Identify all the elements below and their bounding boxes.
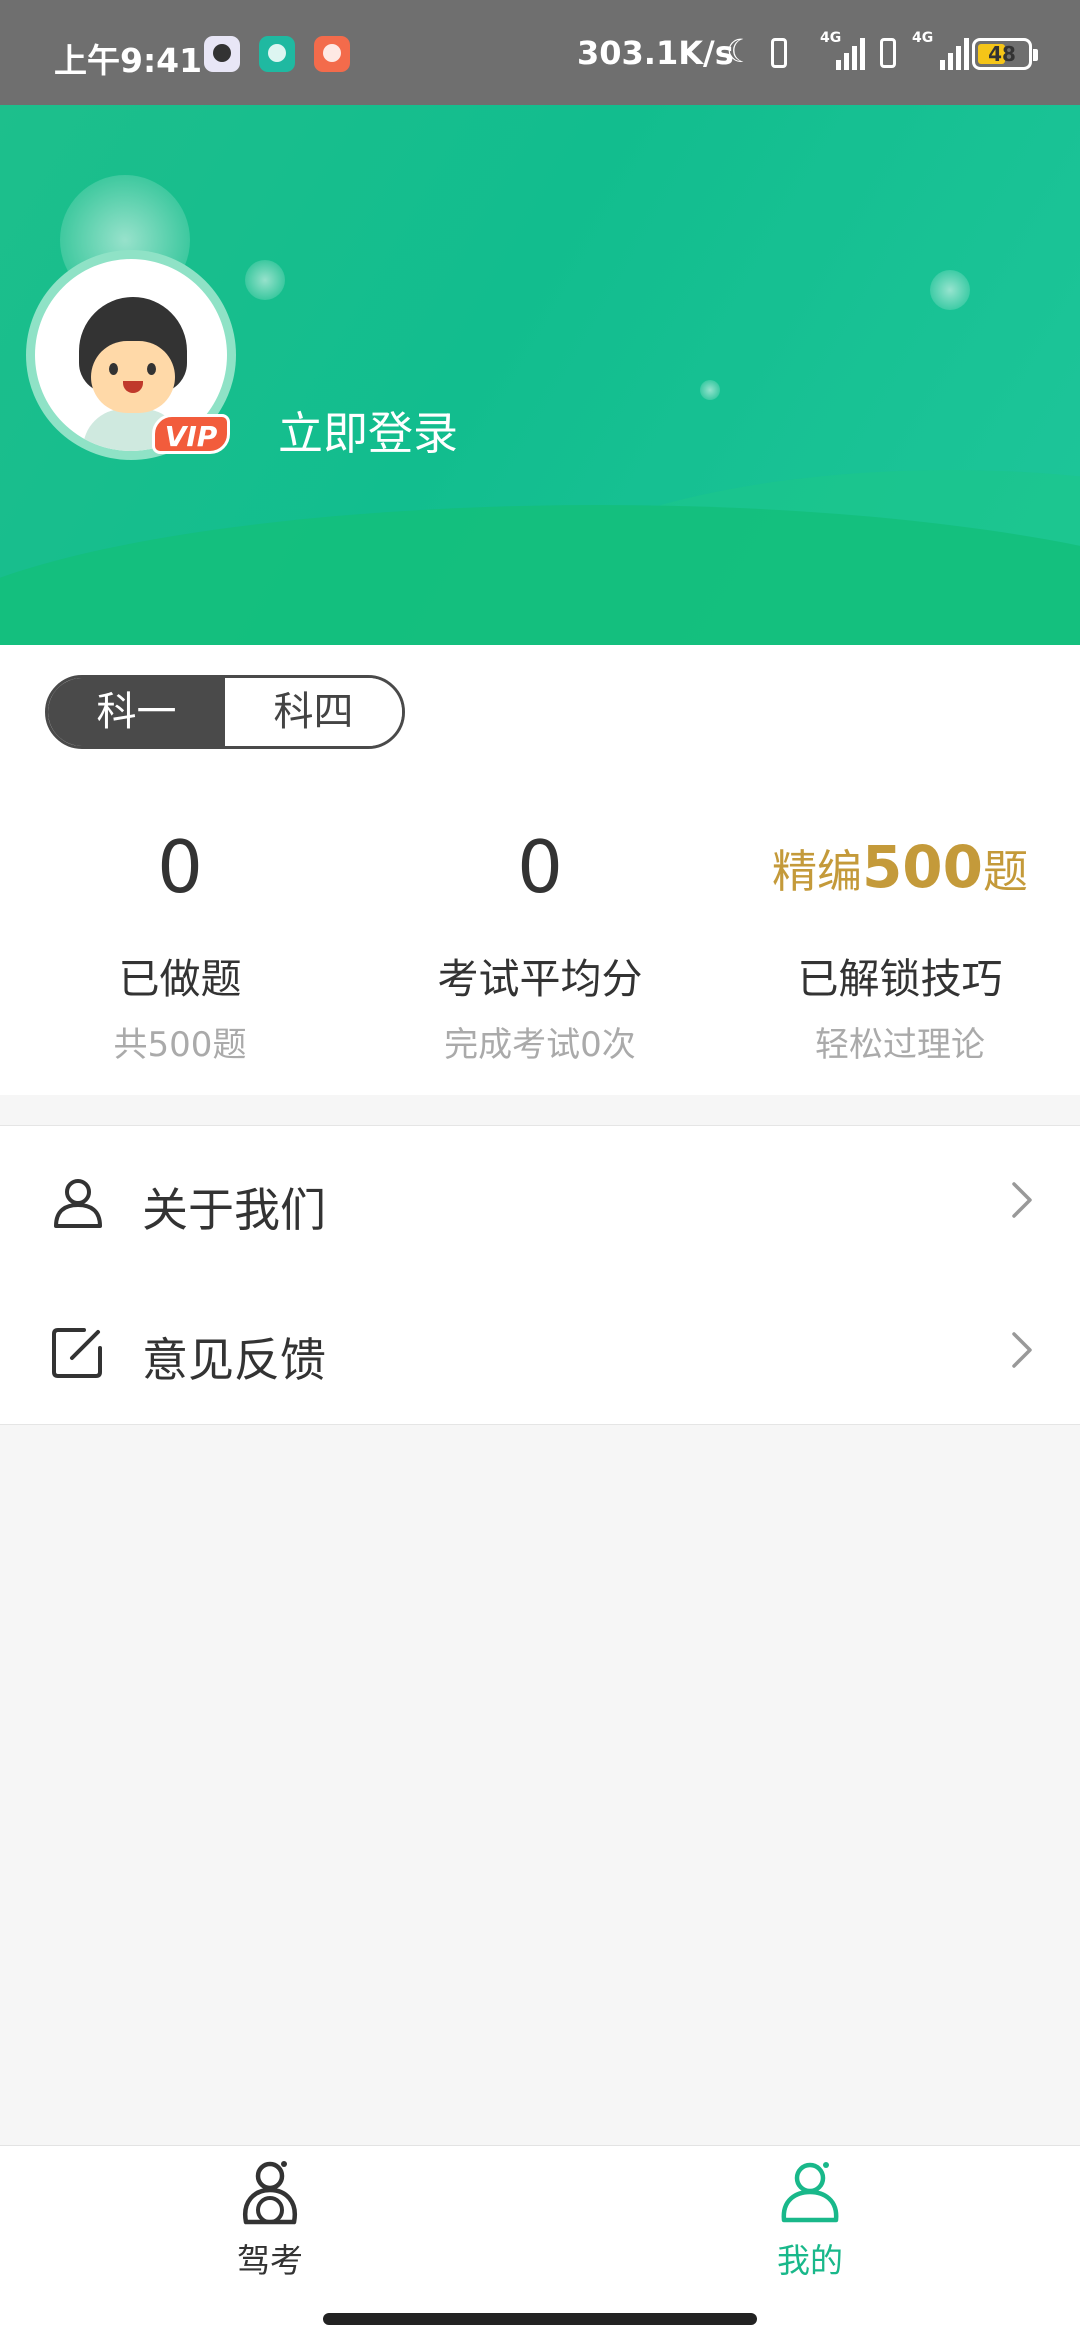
menu-item-about[interactable]: 关于我们 bbox=[0, 1126, 1080, 1276]
sim-icon bbox=[880, 38, 896, 68]
average-sub: 完成考试0次 bbox=[444, 1025, 636, 1065]
nav-tab-mine[interactable]: 我的 bbox=[710, 2156, 910, 2282]
sim-icon bbox=[771, 38, 787, 68]
bottom-nav: 驾考 我的 bbox=[0, 2145, 1080, 2340]
nav-label-mine: 我的 bbox=[777, 2241, 843, 2280]
battery-level: 48 bbox=[988, 42, 1016, 66]
menu-label-about: 关于我们 bbox=[142, 1183, 326, 1237]
tips-label: 已解锁技巧 bbox=[797, 955, 1003, 1003]
home-indicator[interactable] bbox=[323, 2313, 757, 2325]
stats-panel: 科一 科四 0 已做题 共500题 0 考试平均分 完成考试0次 精编500题 … bbox=[0, 645, 1080, 1095]
qq-icon bbox=[204, 36, 240, 72]
tips-sub: 轻松过理论 bbox=[815, 1025, 985, 1065]
stat-average[interactable]: 0 考试平均分 完成考试0次 bbox=[360, 820, 720, 1066]
menu-label-feedback: 意见反馈 bbox=[142, 1333, 326, 1387]
moon-icon: ☾ bbox=[726, 32, 755, 70]
done-sub: 共500题 bbox=[113, 1025, 247, 1065]
done-label: 已做题 bbox=[118, 955, 242, 1003]
tab-subject-1[interactable]: 科一 bbox=[48, 678, 225, 746]
status-time: 上午9:41 bbox=[54, 41, 203, 80]
tips-prefix: 精编 bbox=[771, 845, 862, 898]
nav-tab-driving[interactable]: 驾考 bbox=[170, 2156, 370, 2282]
tab-subject-4[interactable]: 科四 bbox=[225, 678, 402, 746]
nav-label-driving: 驾考 bbox=[237, 2241, 303, 2280]
tips-highlight: 精编500题 bbox=[720, 820, 1080, 915]
signal-icon bbox=[940, 36, 969, 70]
subject-switch: 科一 科四 bbox=[45, 675, 405, 749]
average-score: 0 bbox=[517, 825, 563, 909]
settings-menu: 关于我们 意见反馈 bbox=[0, 1125, 1080, 1425]
vip-badge: VIP bbox=[152, 414, 230, 454]
battery-icon: 48 bbox=[972, 38, 1038, 70]
tips-suffix: 题 bbox=[983, 845, 1029, 898]
done-count: 0 bbox=[157, 825, 203, 909]
menu-item-feedback[interactable]: 意见反馈 bbox=[0, 1276, 1080, 1426]
chevron-right-icon bbox=[1012, 1332, 1032, 1368]
person-icon bbox=[54, 1179, 102, 1228]
robot-app-icon bbox=[259, 36, 295, 72]
network-type-2: 4G bbox=[912, 30, 934, 46]
edit-icon bbox=[52, 1328, 102, 1378]
average-label: 考试平均分 bbox=[437, 955, 643, 1003]
chevron-right-icon bbox=[1012, 1182, 1032, 1218]
status-bar: 上午9:41 303.1K/s ☾ 4G 4G 48 bbox=[0, 0, 1080, 105]
stat-tips[interactable]: 精编500题 已解锁技巧 轻松过理论 bbox=[720, 820, 1080, 1066]
profile-icon bbox=[781, 2162, 839, 2223]
stat-done[interactable]: 0 已做题 共500题 bbox=[0, 820, 360, 1066]
login-link[interactable]: 立即登录 bbox=[278, 397, 458, 462]
network-speed: 303.1K/s bbox=[577, 34, 734, 72]
mic-app-icon bbox=[314, 36, 350, 72]
driver-icon bbox=[242, 2161, 298, 2225]
tips-number: 500 bbox=[861, 833, 984, 901]
signal-icon bbox=[836, 36, 865, 70]
